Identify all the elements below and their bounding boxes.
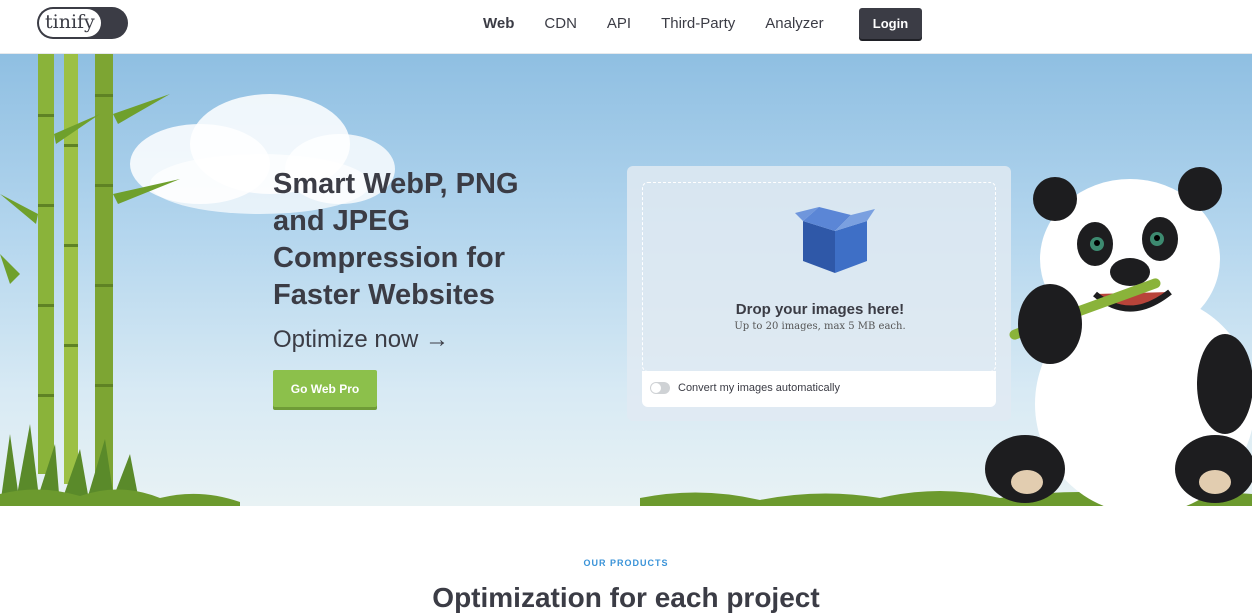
nav-web[interactable]: Web [483,15,514,32]
tinify-logo[interactable]: tinify [37,7,128,39]
nav-cdn[interactable]: CDN [544,15,577,32]
main-nav: Web CDN API Third-Party Analyzer [468,0,839,46]
logo-text: tinify [45,11,95,33]
dropzone-title: Drop your images here! [735,301,905,318]
nav-third-party[interactable]: Third-Party [661,15,735,32]
hero-headline: Smart WebP, PNG and JPEG Compression for… [273,168,519,311]
dropzone-panel: Drop your images here! Up to 20 images, … [627,166,1011,421]
login-button[interactable]: Login [859,8,922,39]
hero-section: Smart WebP, PNG and JPEG Compression for… [0,54,1252,506]
toggle-knob [651,383,661,393]
bamboo-illustration [0,54,180,506]
nav-api[interactable]: API [607,15,631,32]
dropzone-subtitle: Up to 20 images, max 5 MB each. [734,321,906,332]
products-title: Optimization for each project [432,582,820,613]
panda-mascot [985,167,1252,506]
dropzone-area[interactable]: Drop your images here! Up to 20 images, … [642,182,996,372]
box-icon [795,207,875,273]
convert-label: Convert my images automatically [678,382,841,394]
site-header: tinify Web CDN API Third-Party Analyzer … [0,0,1252,54]
optimize-now-link[interactable]: Optimize now → [273,326,449,354]
convert-toggle[interactable] [650,382,670,394]
convert-bar: Convert my images automatically [642,371,996,407]
nav-analyzer[interactable]: Analyzer [765,15,823,32]
products-eyebrow: OUR PRODUCTS [583,558,669,568]
go-web-pro-button[interactable]: Go Web Pro [273,370,377,407]
